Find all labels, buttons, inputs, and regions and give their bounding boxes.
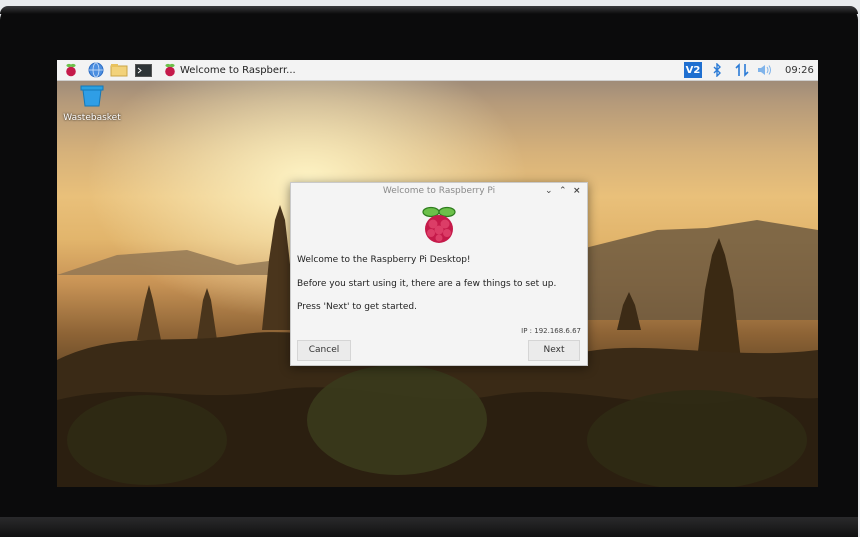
vnc-label: V2 — [685, 64, 701, 76]
close-icon[interactable]: × — [573, 183, 581, 200]
volume-icon[interactable] — [757, 62, 773, 78]
file-manager-folder-icon[interactable] — [109, 62, 129, 78]
raspberry-pi-logo-icon — [422, 206, 456, 243]
next-instruction: Press 'Next' to get started. — [297, 302, 417, 312]
clock[interactable]: 09:26 — [785, 62, 814, 78]
monitor-top-edge — [0, 6, 858, 14]
desktop-screen: Welcome to Raspberr... V2 09:26 Wastebas… — [57, 60, 818, 487]
welcome-dialog: Welcome to Raspberry Pi ⌄ ⌃ × Welcome to… — [290, 182, 588, 366]
monitor-bottom-bezel — [0, 517, 858, 537]
maximize-chevron-up-icon[interactable]: ⌃ — [559, 183, 567, 200]
terminal-icon[interactable] — [134, 62, 152, 78]
welcome-heading: Welcome to the Raspberry Pi Desktop! — [297, 255, 471, 265]
minimize-chevron-down-icon[interactable]: ⌄ — [545, 183, 553, 200]
taskbar: Welcome to Raspberr... V2 09:26 — [57, 60, 818, 81]
taskbar-window-button[interactable]: Welcome to Raspberr... — [180, 60, 296, 80]
bluetooth-icon[interactable] — [712, 62, 722, 78]
wastebasket-desktop-item[interactable]: Wastebasket — [63, 85, 121, 123]
vnc-icon[interactable]: V2 — [684, 62, 702, 78]
cancel-button[interactable]: Cancel — [297, 340, 351, 361]
menu-raspberry-icon[interactable] — [63, 62, 79, 78]
ip-address: IP : 192.168.6.67 — [521, 327, 581, 335]
wastebasket-label: Wastebasket — [63, 113, 121, 123]
wastebasket-icon — [80, 85, 104, 107]
app-raspberry-icon — [162, 62, 178, 78]
browser-globe-icon[interactable] — [87, 62, 105, 78]
taskbar-window-title: Welcome to Raspberr... — [180, 64, 296, 76]
setup-description: Before you start using it, there are a f… — [297, 279, 557, 289]
dialog-title: Welcome to Raspberry Pi — [382, 186, 496, 196]
next-button[interactable]: Next — [528, 340, 580, 361]
network-arrows-icon[interactable] — [735, 62, 749, 78]
